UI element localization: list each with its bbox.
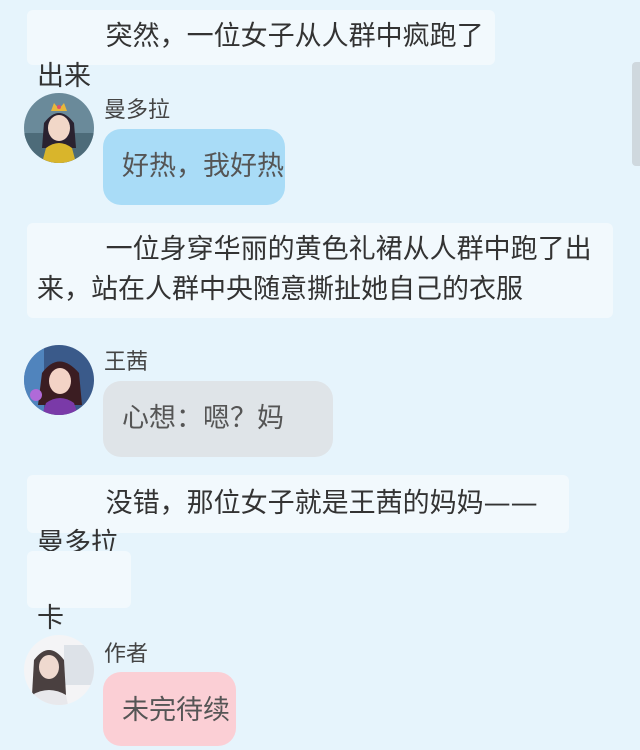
speaker-name: 王茜 <box>104 350 149 375</box>
narration-line: 卡 <box>27 551 131 634</box>
author-avatar-icon[interactable] <box>24 635 94 705</box>
narration-paragraph: 一位身穿华丽的黄色礼裙从人群中跑了出来，站在人群中央随意撕扯她自己的衣服 <box>27 223 613 318</box>
scrollbar[interactable] <box>632 62 640 166</box>
speaker-name: 曼多拉 <box>104 98 171 123</box>
wangqian-avatar-icon[interactable] <box>24 345 94 415</box>
mandora-avatar-icon[interactable] <box>24 93 94 163</box>
chat-bubble[interactable]: 未完待续 <box>103 672 236 746</box>
chat-bubble[interactable]: 心想：嗯？妈妈？ <box>103 381 333 510</box>
chat-bubble[interactable]: 好热，我好热 <box>103 129 285 205</box>
narration-line: 没错，那位女子就是王茜的妈妈——曼多拉 <box>27 475 569 559</box>
narration-line: 突然，一位女子从人群中疯跑了出来 <box>27 10 495 92</box>
speaker-name: 作者 <box>104 642 149 667</box>
